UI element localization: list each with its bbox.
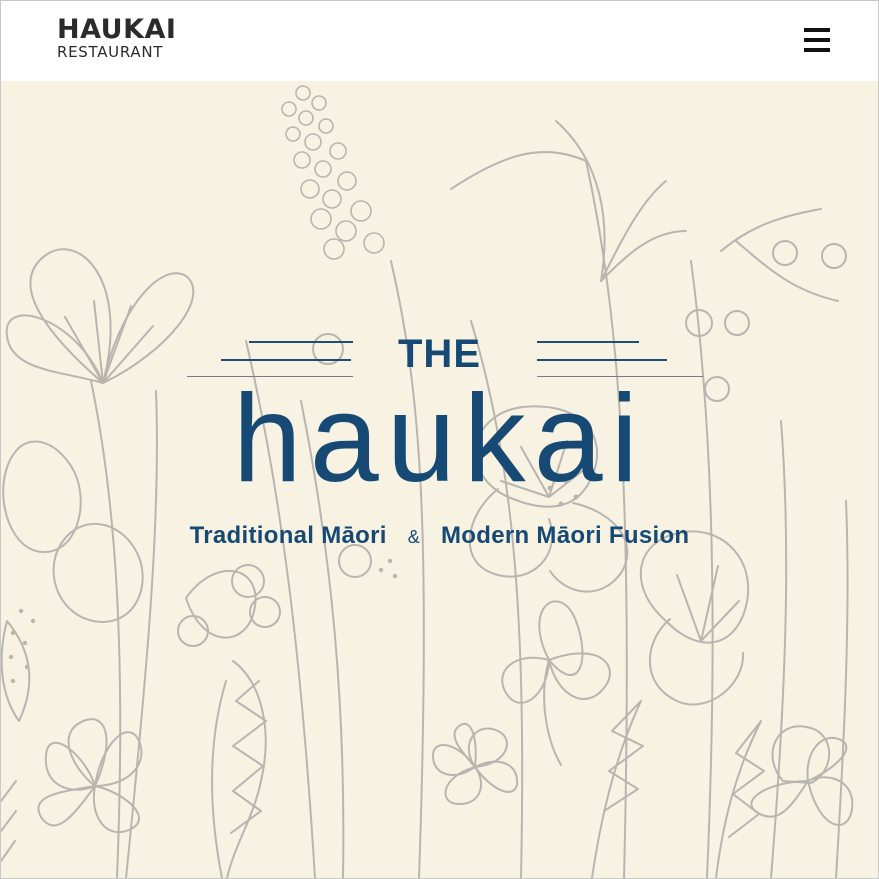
brand-title: HAUKAI — [57, 14, 177, 45]
site-header: HAUKAI RESTAURANT — [1, 1, 878, 81]
tagline-traditional: Traditional Māori — [189, 522, 387, 549]
hero-the-label: THE — [398, 332, 481, 376]
brand-subtitle: RESTAURANT — [57, 43, 164, 61]
page-frame: HAUKAI RESTAURANT THE haukai Traditional… — [0, 0, 879, 879]
brand-logo[interactable]: HAUKAI RESTAURANT — [57, 16, 176, 61]
hero-banner: THE haukai Traditional Māori & Modern Mā… — [1, 81, 878, 878]
menu-bar-bottom — [804, 48, 830, 52]
hero-tagline: Traditional Māori & Modern Māori Fusion — [1, 521, 878, 552]
tagline-modern: Modern Māori Fusion — [441, 522, 690, 549]
tagline-ampersand: & — [407, 527, 421, 547]
hamburger-menu-icon[interactable] — [804, 28, 830, 52]
menu-bar-middle — [804, 38, 830, 42]
menu-bar-top — [804, 28, 830, 32]
hero-restaurant-name: haukai — [232, 370, 647, 508]
